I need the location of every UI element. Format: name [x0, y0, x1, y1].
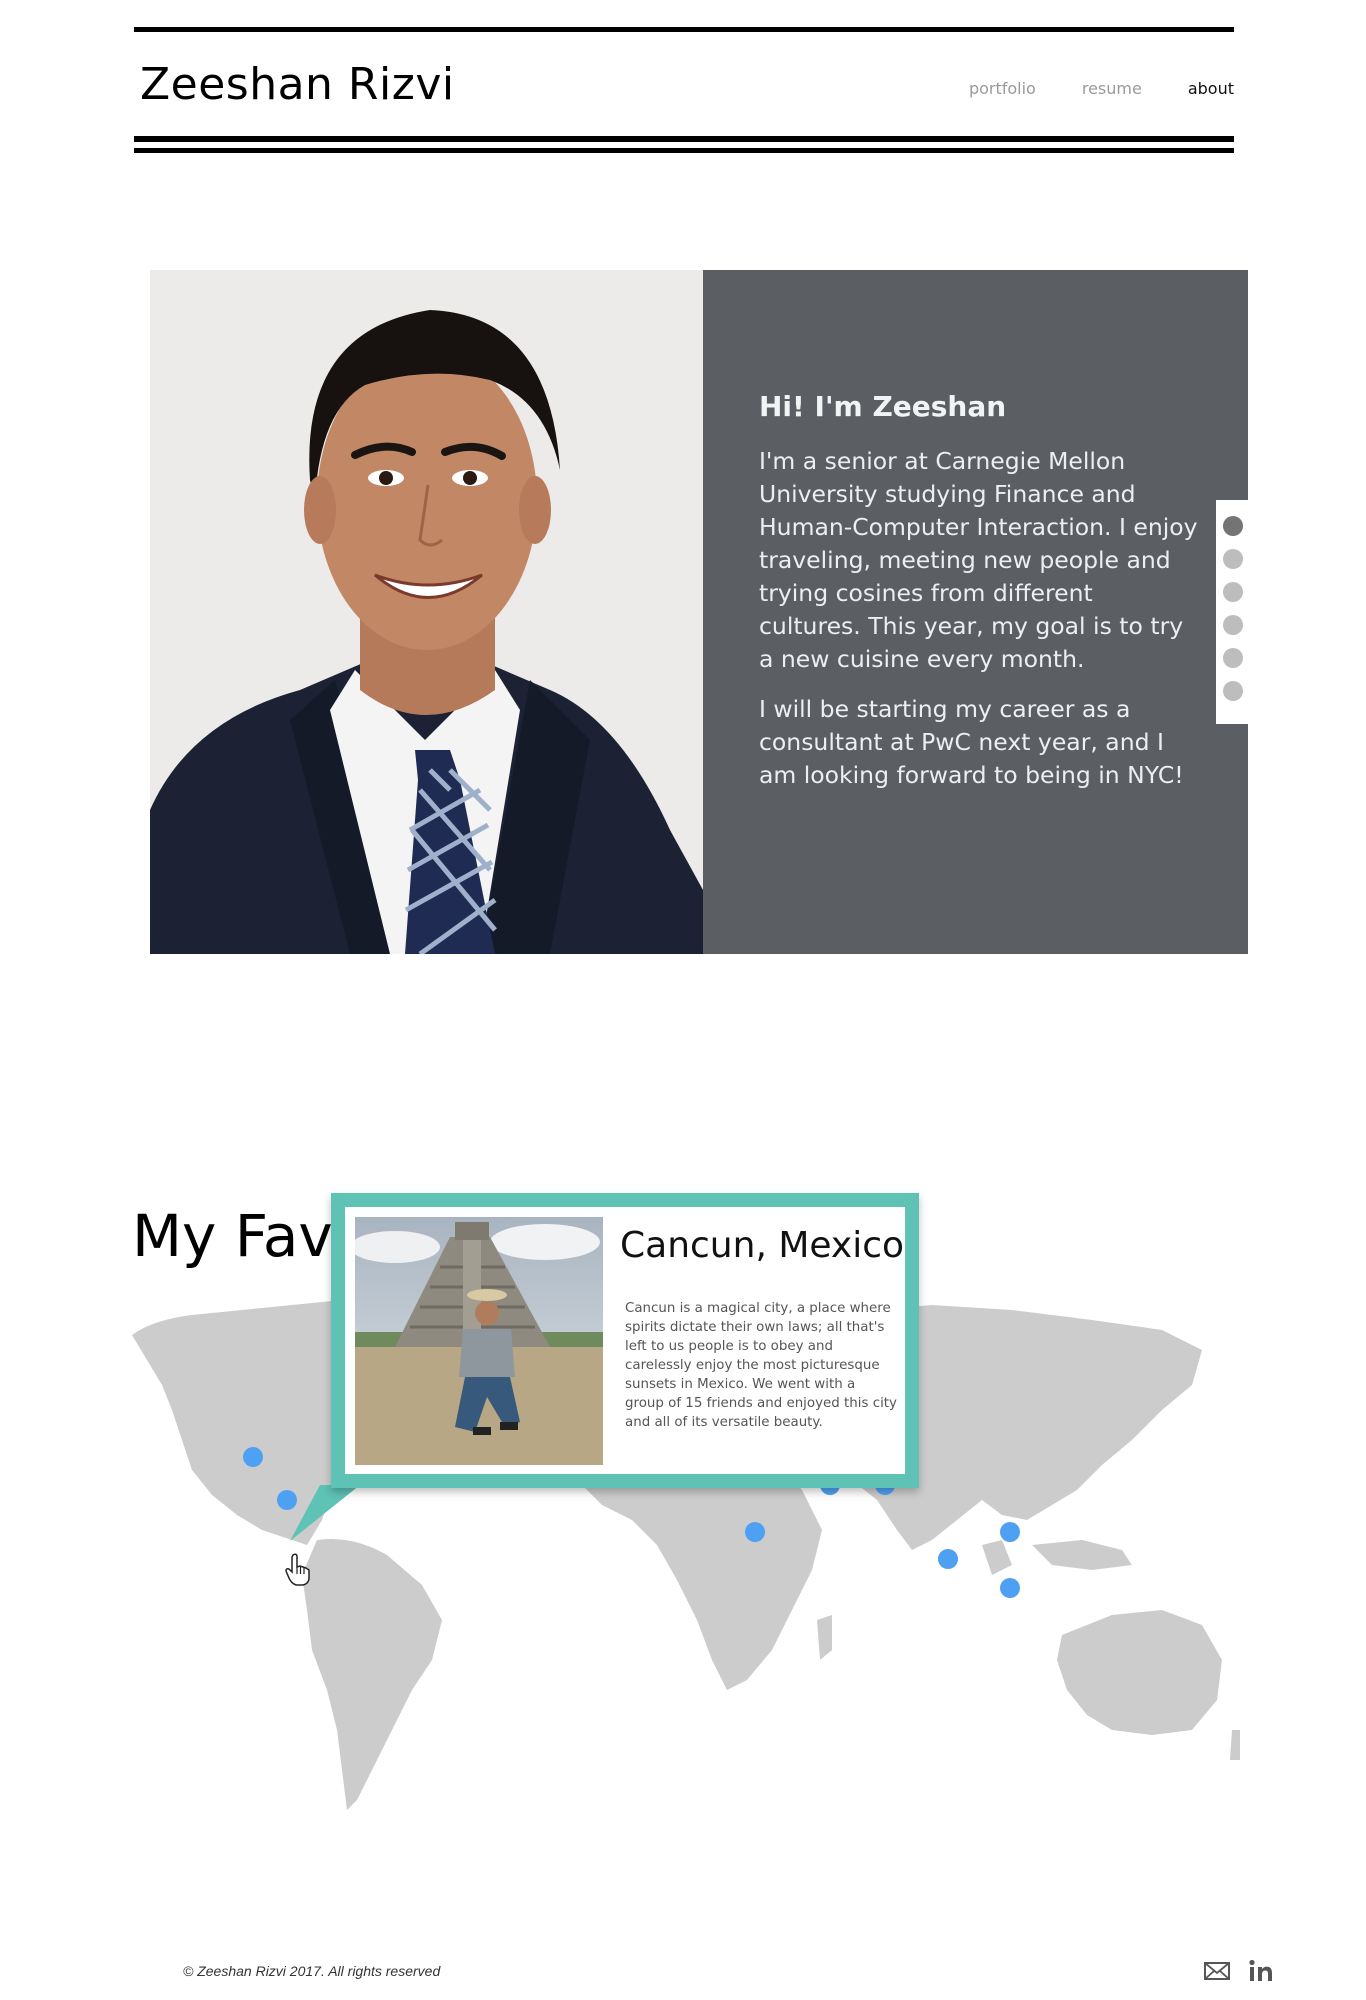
map-pin-southeast-asia-2[interactable]: [1000, 1578, 1020, 1598]
popup-card: Cancun, Mexico Cancun is a magical city,…: [345, 1207, 905, 1474]
slide-dot-6[interactable]: [1223, 681, 1243, 701]
header-rule-bottom-second: [134, 148, 1234, 153]
slide-dot-2[interactable]: [1223, 549, 1243, 569]
slide-dots: [1216, 500, 1248, 724]
nav-resume[interactable]: resume: [1082, 79, 1142, 98]
hand-cursor-icon: [285, 1553, 310, 1586]
about-text: Hi! I'm Zeeshan I'm a senior at Carnegie…: [759, 390, 1199, 809]
nav-portfolio[interactable]: portfolio: [969, 79, 1036, 98]
mail-icon[interactable]: [1203, 1958, 1231, 1984]
cancun-photo: [355, 1217, 603, 1465]
slide-dot-3[interactable]: [1223, 582, 1243, 602]
nav-about[interactable]: about: [1188, 79, 1234, 98]
popup-description: Cancun is a magical city, a place where …: [625, 1301, 897, 1430]
slide-dot-5[interactable]: [1223, 648, 1243, 668]
map-pin-india[interactable]: [938, 1549, 958, 1569]
header-rule-bottom: [134, 136, 1234, 142]
linkedin-icon[interactable]: [1247, 1958, 1275, 1984]
hero-paragraph-2: I will be starting my career as a consul…: [759, 695, 1184, 789]
popup-pointer: [290, 1485, 360, 1541]
footer-copyright: © Zeeshan Rizvi 2017. All rights reserve…: [183, 1963, 441, 1979]
location-popup: Cancun, Mexico Cancun is a magical city,…: [331, 1193, 919, 1488]
popup-title: Cancun, Mexico: [620, 1225, 905, 1266]
map-pin-usa[interactable]: [243, 1447, 263, 1467]
main-nav: portfolio resume about: [969, 79, 1234, 98]
about-hero: Hi! I'm Zeeshan I'm a senior at Carnegie…: [150, 270, 1248, 954]
site-header: Zeeshan Rizvi portfolio resume about: [134, 27, 1234, 153]
footer-social: [1203, 1958, 1275, 1984]
profile-portrait: [150, 270, 703, 954]
hero-heading: Hi! I'm Zeeshan: [759, 390, 1007, 423]
map-pin-southeast-asia-1[interactable]: [1000, 1522, 1020, 1542]
header-rule-top: [134, 27, 1234, 32]
slide-dot-1[interactable]: [1223, 516, 1243, 536]
slide-dot-4[interactable]: [1223, 615, 1243, 635]
map-pin-africa[interactable]: [745, 1522, 765, 1542]
site-title[interactable]: Zeeshan Rizvi: [140, 59, 455, 110]
hero-paragraph-1: I'm a senior at Carnegie Mellon Universi…: [759, 447, 1198, 673]
